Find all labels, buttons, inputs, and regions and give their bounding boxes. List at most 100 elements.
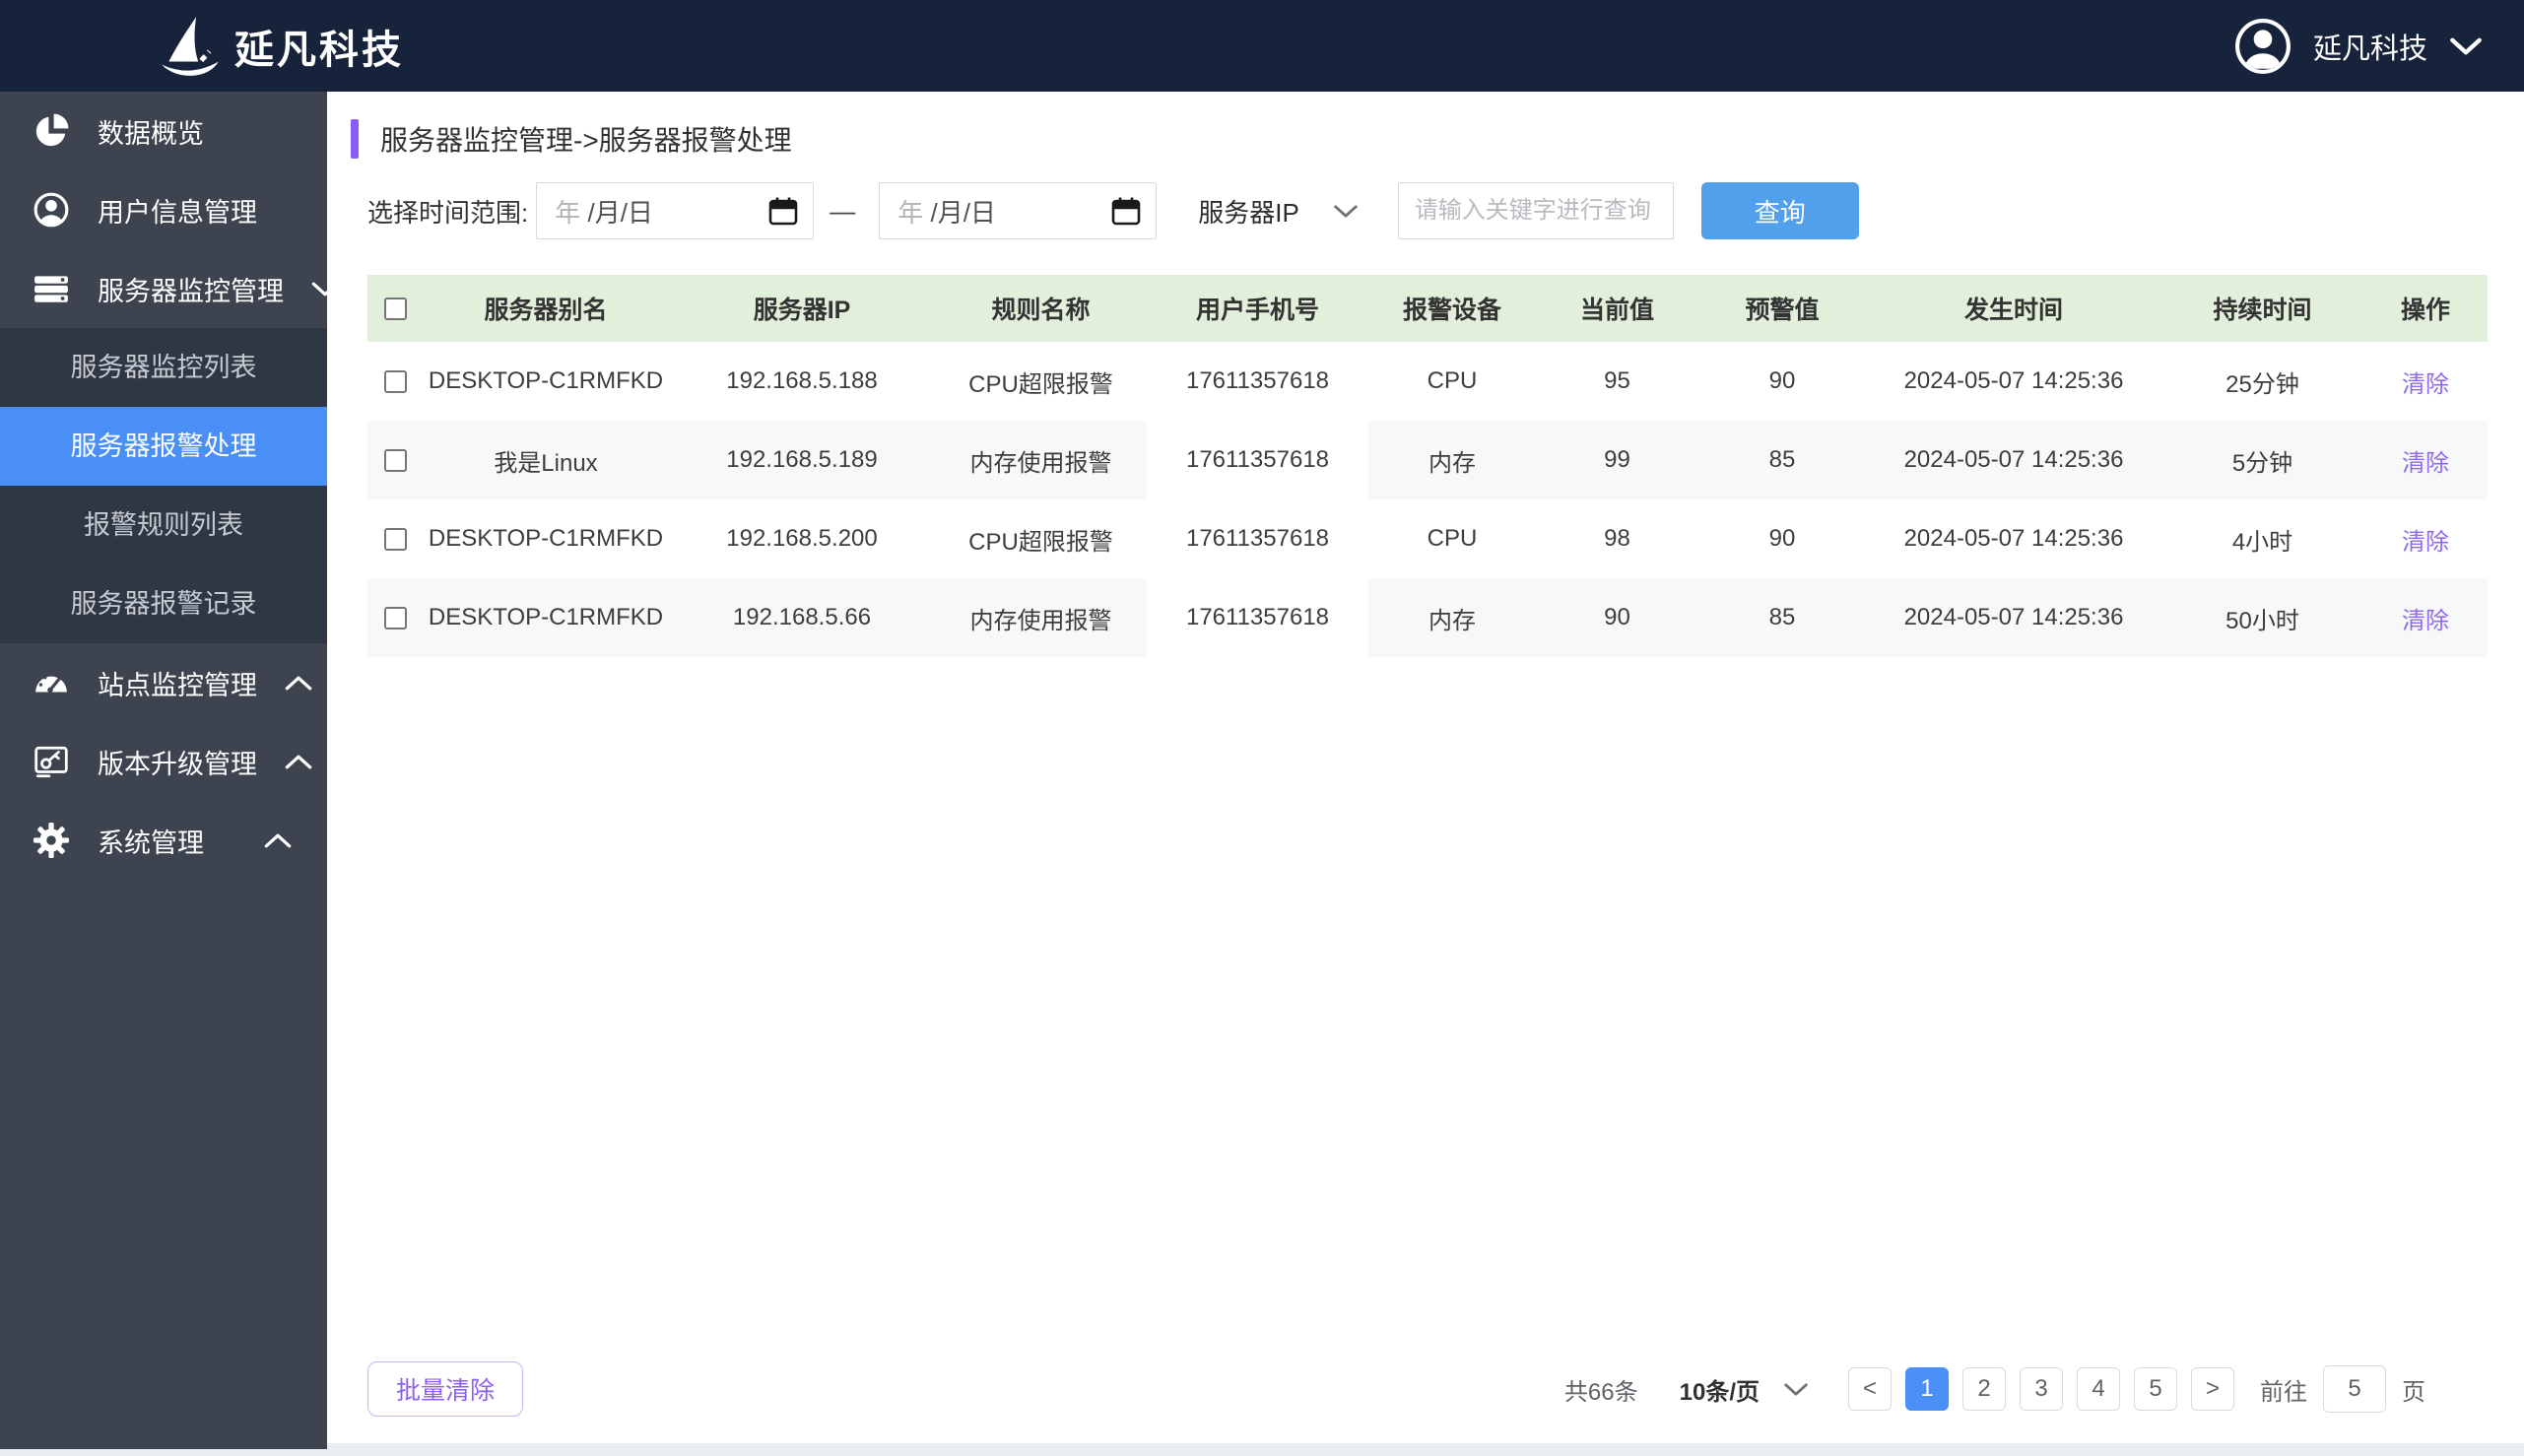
monitor-key-icon bbox=[33, 743, 70, 780]
cell-device: 内存 bbox=[1368, 578, 1536, 657]
time-range-label: 选择时间范围: bbox=[367, 193, 528, 230]
page-button-1[interactable]: 1 bbox=[1905, 1367, 1949, 1411]
submenu-item-alarm-handle[interactable]: 服务器报警处理 bbox=[0, 407, 327, 486]
calendar-icon[interactable] bbox=[1110, 195, 1142, 227]
row-checkbox[interactable] bbox=[384, 607, 407, 629]
cell-duration: 50小时 bbox=[2161, 578, 2363, 657]
total-count-text: 共66条 bbox=[1564, 1372, 1638, 1407]
cell-alias: 我是Linux bbox=[423, 421, 669, 499]
sailboat-logo-icon bbox=[158, 14, 223, 79]
cell-current: 99 bbox=[1536, 421, 1698, 499]
cell-current: 98 bbox=[1536, 499, 1698, 578]
cell-time: 2024-05-07 14:25:36 bbox=[1866, 578, 2161, 657]
page-size-select[interactable]: 10条/页 bbox=[1680, 1372, 1809, 1407]
cell-rule: 内存使用报警 bbox=[935, 421, 1147, 499]
filter-bar: 选择时间范围: 年 /月/日 — 年 /月/日 bbox=[367, 182, 2524, 239]
cell-threshold: 90 bbox=[1698, 342, 1866, 421]
goto-page-input[interactable] bbox=[2323, 1365, 2386, 1413]
page-button-5[interactable]: 5 bbox=[2134, 1367, 2177, 1411]
table-row: DESKTOP-C1RMFKD 192.168.5.188 CPU超限报警 17… bbox=[367, 342, 2488, 421]
sidebar-item-system-manage[interactable]: 系统管理 bbox=[0, 801, 327, 880]
table-row: DESKTOP-C1RMFKD 192.168.5.200 CPU超限报警 17… bbox=[367, 499, 2488, 578]
sidebar-item-label: 服务器监控管理 bbox=[98, 270, 284, 308]
col-header-device: 报警设备 bbox=[1368, 275, 1536, 342]
cell-duration: 4小时 bbox=[2161, 499, 2363, 578]
next-page-button[interactable]: > bbox=[2191, 1367, 2234, 1411]
sidebar-item-user-info[interactable]: 用户信息管理 bbox=[0, 170, 327, 249]
clear-action-link[interactable]: 清除 bbox=[2402, 450, 2449, 477]
user-icon bbox=[33, 191, 70, 229]
row-checkbox[interactable] bbox=[384, 449, 407, 472]
table-row: DESKTOP-C1RMFKD 192.168.5.66 内存使用报警 1761… bbox=[367, 578, 2488, 657]
start-date-input[interactable]: 年 /月/日 bbox=[536, 182, 814, 239]
submenu-item-alarm-records[interactable]: 服务器报警记录 bbox=[0, 564, 327, 643]
row-checkbox[interactable] bbox=[384, 370, 407, 393]
server-monitor-submenu: 服务器监控列表 服务器报警处理 报警规则列表 服务器报警记录 bbox=[0, 328, 327, 643]
pagination: 共66条 10条/页 < 1 2 3 4 5 > 前往 bbox=[1564, 1365, 2425, 1413]
keyword-input[interactable] bbox=[1398, 182, 1674, 239]
sidebar-item-version-upgrade[interactable]: 版本升级管理 bbox=[0, 722, 327, 801]
clear-action-link[interactable]: 清除 bbox=[2402, 608, 2449, 634]
col-header-time: 发生时间 bbox=[1866, 275, 2161, 342]
cell-time: 2024-05-07 14:25:36 bbox=[1866, 342, 2161, 421]
query-button[interactable]: 查询 bbox=[1701, 182, 1859, 239]
chevron-up-icon bbox=[285, 754, 312, 770]
sidebar: 数据概览 用户信息管理 bbox=[0, 92, 327, 1449]
header-checkbox-cell bbox=[367, 275, 423, 342]
col-header-current: 当前值 bbox=[1536, 275, 1698, 342]
cell-alias: DESKTOP-C1RMFKD bbox=[423, 499, 669, 578]
sidebar-item-label: 系统管理 bbox=[98, 822, 236, 860]
cell-phone: 17611357618 bbox=[1147, 342, 1368, 421]
server-icon bbox=[33, 270, 70, 307]
page-button-3[interactable]: 3 bbox=[2020, 1367, 2063, 1411]
cell-phone: 17611357618 bbox=[1147, 499, 1368, 578]
batch-clear-button[interactable]: 批量清除 bbox=[367, 1361, 523, 1417]
end-date-input[interactable]: 年 /月/日 bbox=[879, 182, 1157, 239]
cell-ip: 192.168.5.189 bbox=[669, 421, 935, 499]
table-row: 我是Linux 192.168.5.189 内存使用报警 17611357618… bbox=[367, 421, 2488, 499]
chevron-down-icon bbox=[1783, 1382, 1809, 1397]
submenu-item-monitor-list[interactable]: 服务器监控列表 bbox=[0, 328, 327, 407]
cell-alias: DESKTOP-C1RMFKD bbox=[423, 342, 669, 421]
table-footer: 批量清除 共66条 10条/页 < 1 2 3 4 5 > bbox=[327, 1361, 2524, 1443]
page-button-2[interactable]: 2 bbox=[1962, 1367, 2006, 1411]
cell-threshold: 90 bbox=[1698, 499, 1866, 578]
date-range-separator: — bbox=[830, 196, 855, 227]
pager: < 1 2 3 4 5 > bbox=[1848, 1367, 2234, 1411]
field-select[interactable]: 服务器IP bbox=[1198, 193, 1359, 230]
prev-page-button[interactable]: < bbox=[1848, 1367, 1892, 1411]
col-header-action: 操作 bbox=[2363, 275, 2488, 342]
cell-threshold: 85 bbox=[1698, 421, 1866, 499]
calendar-icon[interactable] bbox=[767, 195, 799, 227]
submenu-item-alarm-rules[interactable]: 报警规则列表 bbox=[0, 486, 327, 564]
gear-icon bbox=[33, 822, 70, 859]
user-menu[interactable]: 延凡科技 bbox=[2234, 18, 2483, 75]
cell-threshold: 85 bbox=[1698, 578, 1866, 657]
top-header: 延凡科技 延凡科技 bbox=[0, 0, 2524, 92]
brand-name: 延凡科技 bbox=[234, 18, 404, 75]
sidebar-item-label: 用户信息管理 bbox=[98, 191, 292, 230]
select-all-checkbox[interactable] bbox=[384, 298, 407, 320]
cell-duration: 25分钟 bbox=[2161, 342, 2363, 421]
goto-page: 前往 页 bbox=[2260, 1365, 2425, 1413]
row-checkbox[interactable] bbox=[384, 528, 407, 551]
cell-alias: DESKTOP-C1RMFKD bbox=[423, 578, 669, 657]
page-button-4[interactable]: 4 bbox=[2077, 1367, 2120, 1411]
sidebar-item-data-overview[interactable]: 数据概览 bbox=[0, 92, 327, 170]
breadcrumb: 服务器监控管理->服务器报警处理 bbox=[327, 92, 2524, 176]
sidebar-item-server-monitor[interactable]: 服务器监控管理 bbox=[0, 249, 327, 328]
cell-device: CPU bbox=[1368, 342, 1536, 421]
clear-action-link[interactable]: 清除 bbox=[2402, 529, 2449, 556]
cell-device: CPU bbox=[1368, 499, 1536, 578]
sidebar-item-site-monitor[interactable]: 站点监控管理 bbox=[0, 643, 327, 722]
cell-phone: 17611357618 bbox=[1147, 578, 1368, 657]
cell-ip: 192.168.5.188 bbox=[669, 342, 935, 421]
date-placeholder: 年 /月/日 bbox=[897, 193, 996, 230]
sidebar-item-label: 版本升级管理 bbox=[98, 743, 257, 781]
clear-action-link[interactable]: 清除 bbox=[2402, 371, 2449, 398]
cell-device: 内存 bbox=[1368, 421, 1536, 499]
cell-time: 2024-05-07 14:25:36 bbox=[1866, 499, 2161, 578]
cell-duration: 5分钟 bbox=[2161, 421, 2363, 499]
cell-time: 2024-05-07 14:25:36 bbox=[1866, 421, 2161, 499]
col-header-duration: 持续时间 bbox=[2161, 275, 2363, 342]
